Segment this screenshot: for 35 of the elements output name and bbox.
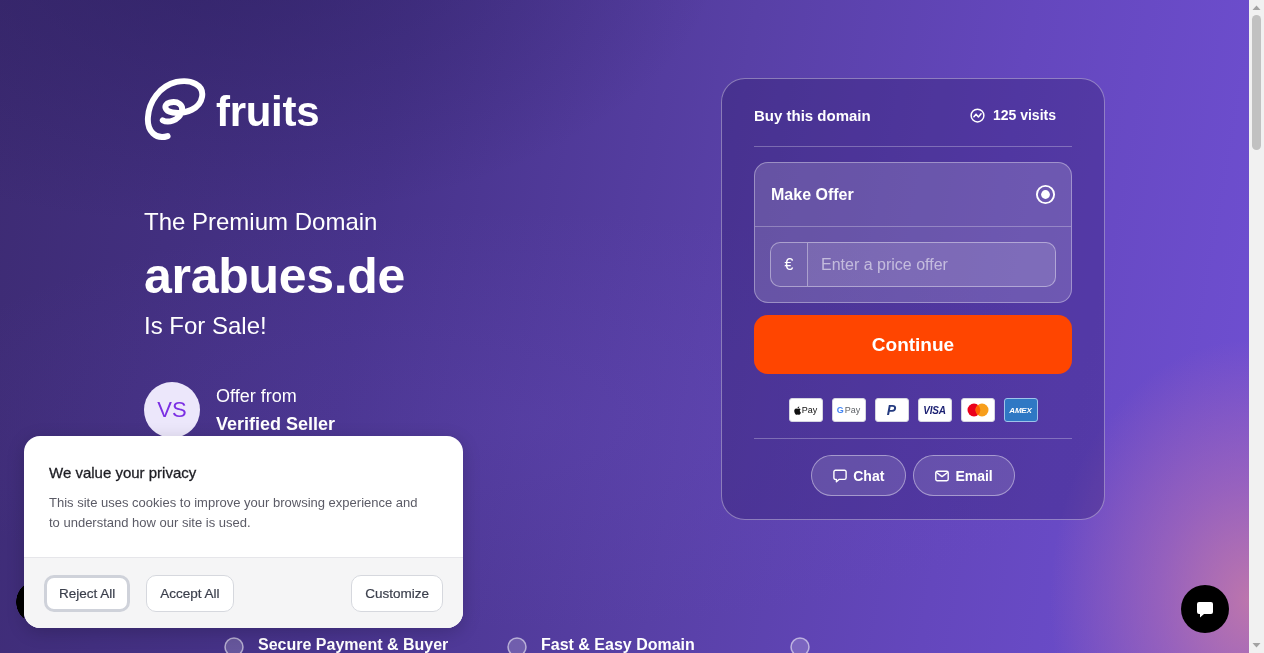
feature-title: Fast & Easy Domain — [541, 637, 695, 653]
heading-text: The Premium Domain — [144, 207, 379, 237]
visits-count: 125 visits — [992, 107, 1056, 123]
banner-button[interactable]: Reject All — [44, 574, 131, 612]
google-pay-logo: GPay — [831, 398, 866, 422]
domain-name: arabues.de — [144, 248, 406, 304]
chat-button[interactable]: Chat — [811, 455, 907, 496]
seller-name: Verified Seller — [216, 413, 336, 436]
logo-icon — [144, 78, 207, 141]
seller-avatar: VS — [144, 382, 200, 438]
sale-text: Is For Sale! — [144, 311, 268, 341]
email-button[interactable]: Email — [913, 455, 1015, 496]
currency-label: € — [770, 242, 808, 287]
radio-button[interactable] — [1035, 184, 1056, 205]
envelope-icon — [935, 468, 950, 483]
banner-button[interactable]: Accept All — [146, 574, 234, 612]
banner-title: We value your privacy — [49, 463, 198, 483]
trend-icon — [969, 107, 985, 123]
banner-text: This site uses cookies to improve your browsing experience and to understand how our site is used. — [49, 494, 419, 532]
speech-bubble-icon — [833, 468, 848, 483]
feature-title: Secure Payment & Buyer — [258, 637, 449, 653]
mastercard-icon — [960, 398, 995, 422]
scrollbar[interactable] — [1249, 0, 1264, 653]
banner-button[interactable]: Customize — [351, 574, 443, 612]
brand-name: fruits — [216, 89, 320, 135]
visa-logo: VISA — [917, 398, 952, 422]
apple-pay-logo: Pay — [788, 398, 823, 422]
scrollbar-thumb[interactable] — [1252, 15, 1261, 150]
amex-logo: AMEX — [1003, 398, 1038, 422]
floating-chat-button[interactable] — [1181, 585, 1229, 633]
card-title: Buy this domain — [754, 106, 871, 124]
speech-bubble-icon — [1196, 600, 1214, 618]
option-label: Make Offer — [771, 185, 854, 204]
paypal-logo: P — [874, 398, 909, 422]
offer-from-text: Offer from — [216, 385, 298, 408]
